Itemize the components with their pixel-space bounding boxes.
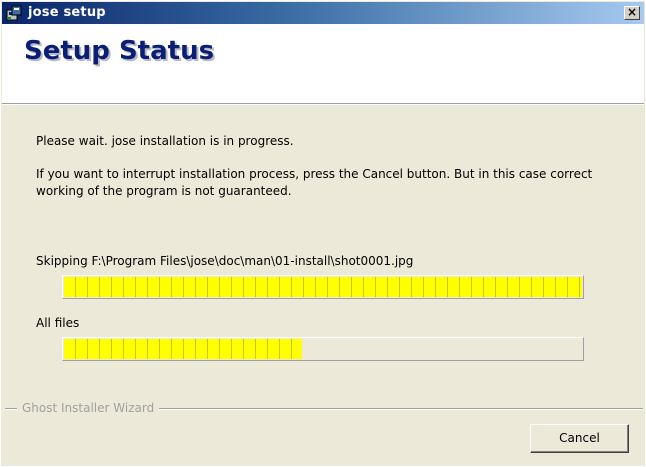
window-title: jose setup bbox=[28, 5, 106, 20]
all-files-label: All files bbox=[36, 316, 80, 330]
current-file-progress-bar bbox=[62, 275, 584, 299]
current-file-progress-fill bbox=[64, 277, 582, 297]
installer-app-icon bbox=[6, 5, 22, 21]
close-icon: × bbox=[626, 5, 638, 19]
cancel-button[interactable]: Cancel bbox=[530, 424, 629, 453]
all-files-progress-fill bbox=[64, 339, 302, 359]
setup-window: jose setup × Setup Status Please wait. j… bbox=[0, 0, 646, 467]
wizard-brand-label: Ghost Installer Wizard bbox=[17, 401, 160, 415]
page-title: Setup Status bbox=[24, 36, 215, 66]
title-bar[interactable]: jose setup × bbox=[2, 2, 644, 24]
current-file-status: Skipping F:\Program Files\jose\doc\man\0… bbox=[36, 254, 414, 268]
progress-message: Please wait. jose installation is in pro… bbox=[36, 134, 294, 148]
header-panel: Setup Status bbox=[2, 24, 644, 103]
close-button[interactable]: × bbox=[624, 6, 640, 20]
header-divider-highlight bbox=[2, 104, 644, 105]
cancel-warning-message: If you want to interrupt installation pr… bbox=[36, 167, 593, 198]
all-files-progress-bar bbox=[62, 337, 584, 361]
